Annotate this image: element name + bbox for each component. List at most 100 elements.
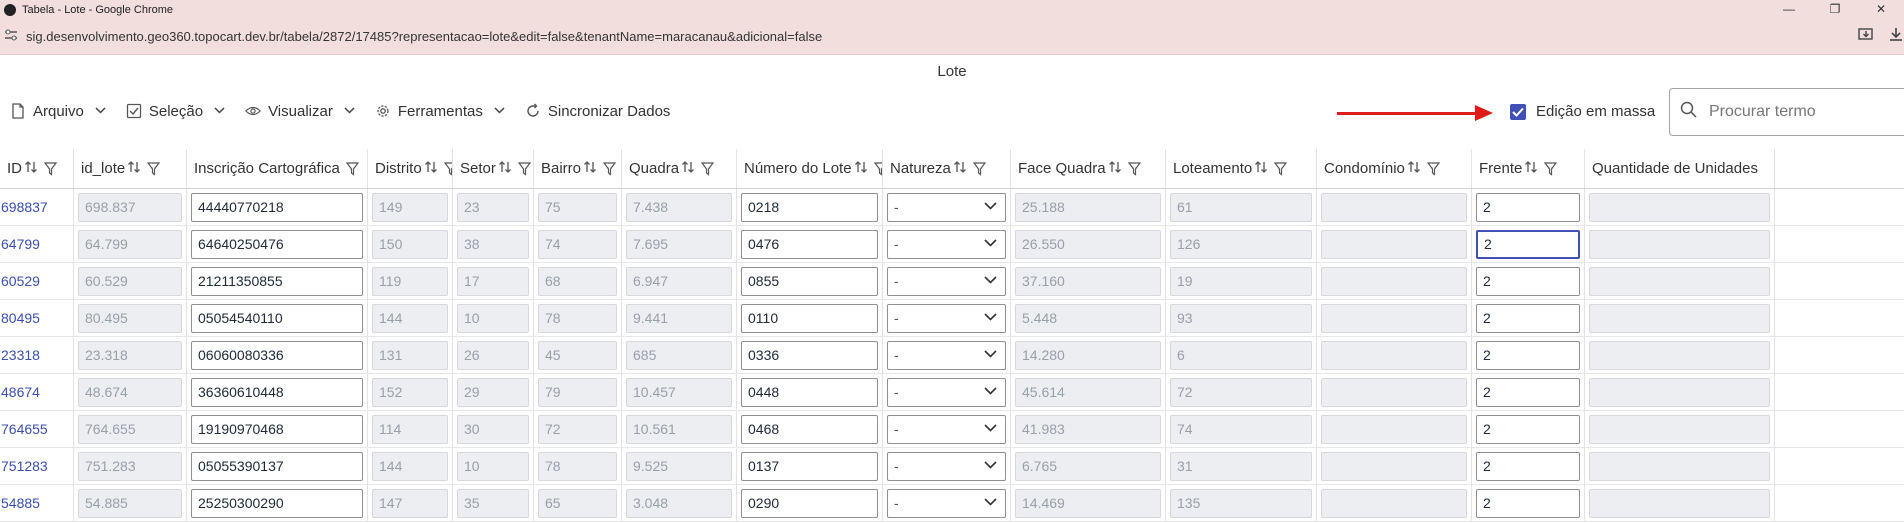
numero-do-lote-field[interactable]: 0137 [741,451,878,481]
frente-field[interactable]: 2 [1476,303,1580,333]
numero-do-lote-field[interactable]: 0476 [741,229,878,259]
sort-icon[interactable] [1254,160,1268,177]
filter-icon[interactable] [147,161,161,176]
column-header-condominio[interactable]: Condomínio [1317,149,1472,188]
filter-icon[interactable] [1426,161,1440,176]
filter-icon[interactable] [603,161,617,176]
id-link[interactable]: 60529 [0,273,40,289]
sort-icon[interactable] [583,160,597,177]
menu-visualizar[interactable]: Visualizar [235,103,365,120]
column-header-distrito[interactable]: Distrito [368,149,453,188]
search-input[interactable]: Procurar termo [1669,88,1904,136]
frente-field[interactable]: 2 [1476,488,1580,518]
natureza-select[interactable]: - [887,229,1006,259]
column-header-id-lote[interactable]: id_lote [74,149,187,188]
filter-icon[interactable] [972,161,986,176]
sort-icon[interactable] [127,160,141,177]
menu-selecao[interactable]: Seleção [116,103,235,120]
filter-icon[interactable] [873,161,882,176]
column-header-natureza[interactable]: Natureza [883,149,1011,188]
filter-icon[interactable] [44,161,57,176]
sort-icon[interactable] [1407,160,1421,177]
id-link[interactable]: 23318 [0,347,40,363]
frente-field[interactable]: 2 [1476,229,1580,259]
column-header-numero-do-lote[interactable]: Número do Lote [737,149,883,188]
column-header-bairro[interactable]: Bairro [534,149,622,188]
inscricao-cartografica-field[interactable]: 06060080336 [191,340,363,370]
mass-edit-toggle[interactable]: Edição em massa [1510,103,1655,120]
close-button[interactable]: ✕ [1858,0,1904,19]
natureza-select[interactable]: - [887,303,1006,333]
id-link[interactable]: 751283 [0,458,48,474]
column-header-quantidade-de-unidades[interactable]: Quantidade de Unidades [1585,149,1775,188]
frente-field[interactable]: 2 [1476,192,1580,222]
frente-field[interactable]: 2 [1476,377,1580,407]
restore-button[interactable]: ❐ [1812,0,1858,19]
numero-do-lote-field[interactable]: 0110 [741,303,878,333]
id-link[interactable]: 48674 [0,384,40,400]
filter-icon[interactable] [1127,161,1141,176]
natureza-select[interactable]: - [887,340,1006,370]
menu-arquivo[interactable]: Arquivo [0,103,116,120]
inscricao-cartografica-field[interactable]: 44440770218 [191,192,363,222]
install-app-icon[interactable] [1858,27,1874,44]
natureza-select[interactable]: - [887,377,1006,407]
column-header-loteamento[interactable]: Loteamento [1166,149,1317,188]
inscricao-cartografica-field[interactable]: 19190970468 [191,414,363,444]
column-header-inscricao-cartografica[interactable]: Inscrição Cartográfica [187,149,368,188]
id-link[interactable]: 764655 [0,421,48,437]
frente-field[interactable]: 2 [1476,451,1580,481]
site-settings-icon[interactable] [4,29,18,44]
natureza-select[interactable]: - [887,266,1006,296]
sort-icon[interactable] [1524,160,1538,177]
numero-do-lote-field[interactable]: 0290 [741,488,878,518]
mass-edit-checkbox[interactable] [1510,103,1526,120]
id-link[interactable]: 698837 [0,199,48,215]
natureza-select[interactable]: - [887,414,1006,444]
natureza-select-value: - [894,347,899,363]
column-header-id[interactable]: ID [0,149,74,188]
numero-do-lote-field[interactable]: 0855 [741,266,878,296]
filter-icon[interactable] [345,161,359,176]
sort-icon[interactable] [1108,160,1122,177]
numero-do-lote-field[interactable]: 0218 [741,192,878,222]
column-header-quadra[interactable]: Quadra [622,149,737,188]
inscricao-cartografica-field[interactable]: 64640250476 [191,229,363,259]
sort-icon[interactable] [424,160,438,177]
inscricao-cartografica-field[interactable]: 21211350855 [191,266,363,296]
frente-field[interactable]: 2 [1476,414,1580,444]
id-link[interactable]: 64799 [0,236,40,252]
natureza-select[interactable]: - [887,192,1006,222]
natureza-select[interactable]: - [887,451,1006,481]
url-text[interactable]: sig.desenvolvimento.geo360.topocart.dev.… [26,29,822,44]
filter-icon[interactable] [1274,161,1288,176]
id-link[interactable]: 54885 [0,495,40,511]
numero-do-lote-field[interactable]: 0336 [741,340,878,370]
filter-icon[interactable] [443,161,452,176]
sync-data-button[interactable]: Sincronizar Dados [515,103,681,120]
column-header-face-quadra[interactable]: Face Quadra [1011,149,1166,188]
inscricao-cartografica-field[interactable]: 36360610448 [191,377,363,407]
numero-do-lote-field[interactable]: 0448 [741,377,878,407]
filter-icon[interactable] [517,161,531,176]
sort-icon[interactable] [498,160,512,177]
minimize-button[interactable]: — [1766,0,1812,19]
column-header-setor[interactable]: Setor [453,149,534,188]
sort-icon[interactable] [24,160,38,177]
id-link[interactable]: 80495 [0,310,40,326]
download-icon[interactable] [1888,27,1904,44]
inscricao-cartografica-field[interactable]: 05054540110 [191,303,363,333]
sort-icon[interactable] [953,160,967,177]
column-header-frente[interactable]: Frente [1472,149,1585,188]
filter-icon[interactable] [701,161,715,176]
natureza-select[interactable]: - [887,488,1006,518]
frente-field[interactable]: 2 [1476,266,1580,296]
sort-icon[interactable] [681,160,695,177]
menu-ferramentas[interactable]: Ferramentas [365,103,515,120]
frente-field[interactable]: 2 [1476,340,1580,370]
sort-icon[interactable] [854,160,868,177]
inscricao-cartografica-field[interactable]: 25250300290 [191,488,363,518]
filter-icon[interactable] [1544,161,1558,176]
inscricao-cartografica-field[interactable]: 05055390137 [191,451,363,481]
numero-do-lote-field[interactable]: 0468 [741,414,878,444]
